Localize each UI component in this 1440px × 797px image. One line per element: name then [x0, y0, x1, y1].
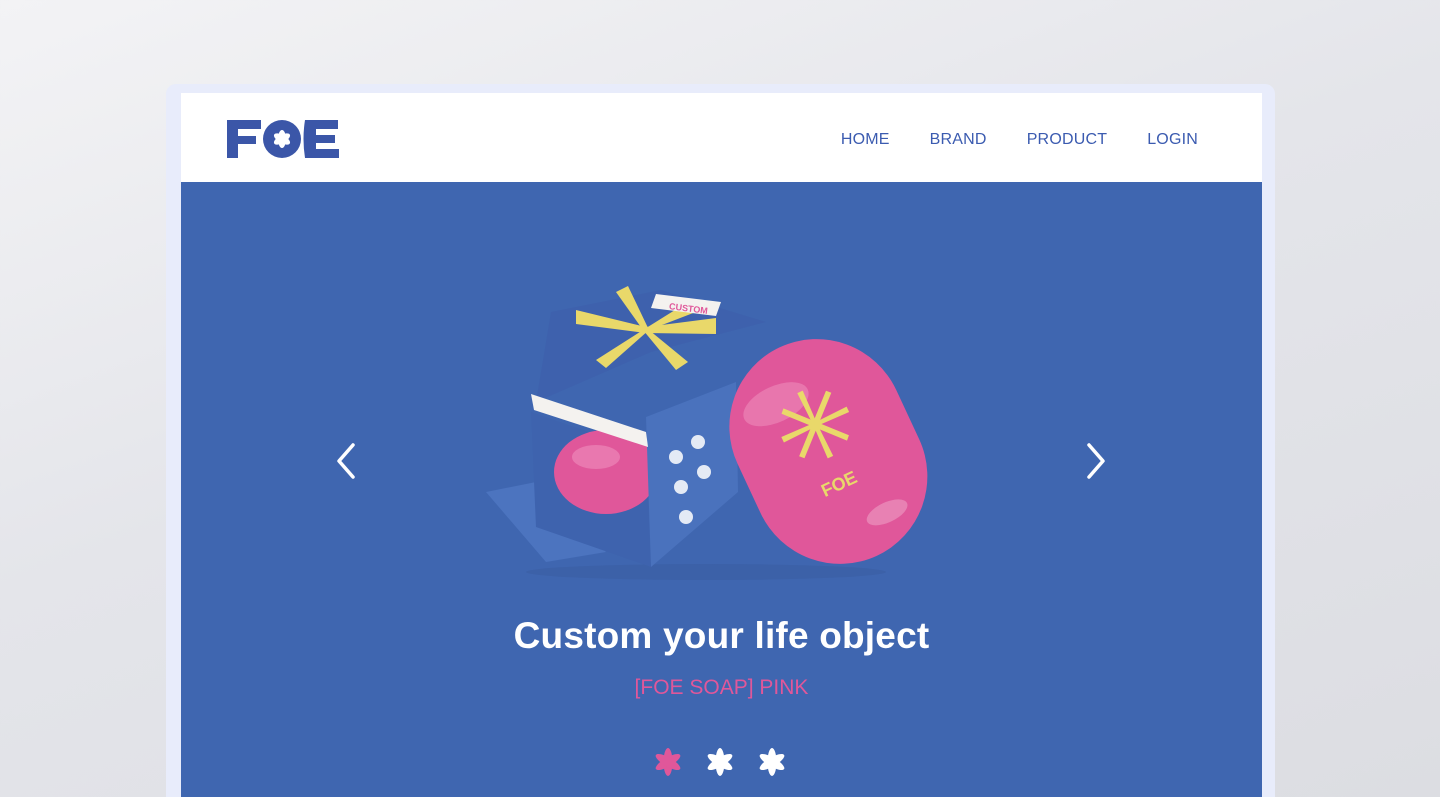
foe-logo[interactable] [225, 118, 341, 160]
slide-dot-2-icon[interactable] [704, 746, 736, 778]
nav-home[interactable]: HOME [841, 131, 890, 149]
slide-dot-3-icon[interactable] [756, 746, 788, 778]
nav-brand[interactable]: BRAND [930, 131, 987, 149]
website-page: HOME BRAND PRODUCT LOGIN CUSTOM FOE Cust… [181, 93, 1262, 797]
carousel-pagination [652, 746, 788, 778]
main-nav: HOME BRAND PRODUCT LOGIN [801, 131, 1198, 149]
hero-headline: Custom your life object [513, 615, 930, 656]
nav-product[interactable]: PRODUCT [1027, 131, 1108, 149]
product-subtitle: [FOE SOAP] PINK [634, 676, 809, 699]
hero-carousel: CUSTOM FOE Custom your life object [181, 182, 1262, 797]
nav-login[interactable]: LOGIN [1147, 131, 1198, 149]
chevron-right-icon[interactable] [1081, 439, 1111, 483]
slide-dot-1-active-icon[interactable] [652, 746, 684, 778]
navbar: HOME BRAND PRODUCT LOGIN [181, 93, 1262, 182]
soap-product-image: CUSTOM FOE [486, 286, 928, 580]
chevron-left-icon[interactable] [331, 439, 361, 483]
